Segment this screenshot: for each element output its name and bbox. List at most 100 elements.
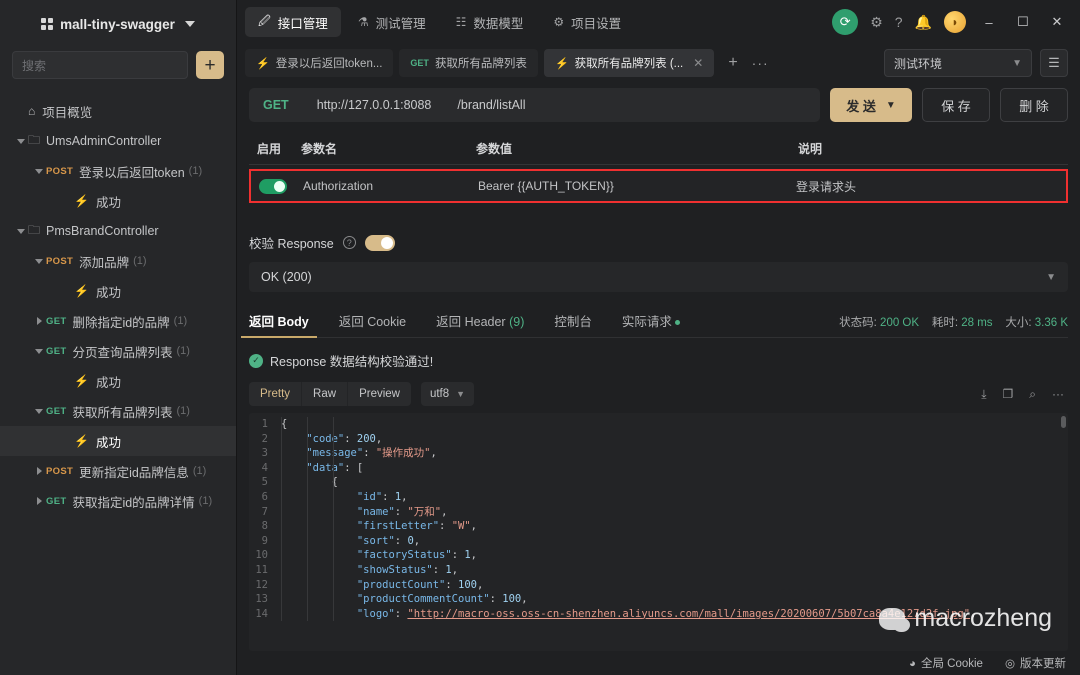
column-header-desc: 说明: [798, 141, 823, 156]
response-tab[interactable]: 返回 Header (9): [436, 311, 524, 337]
table-row[interactable]: Authorization Bearer {{AUTH_TOKEN}} 登录请求…: [249, 169, 1068, 203]
sidebar-item-label: 删除指定id的品牌: [72, 315, 170, 330]
chevron-right-icon[interactable]: [32, 317, 46, 325]
search-input[interactable]: 搜索: [12, 51, 188, 79]
document-tab[interactable]: ⚡ 获取所有品牌列表 (... ✕: [543, 49, 715, 77]
avatar[interactable]: ◗: [944, 11, 966, 33]
maximize-button[interactable]: ☐: [1012, 14, 1034, 30]
save-button[interactable]: 保 存: [922, 88, 990, 122]
sidebar-item-api[interactable]: GET 获取所有品牌列表 (1): [0, 396, 236, 426]
environment-select[interactable]: 测试环境 ▼: [884, 49, 1032, 77]
chevron-right-icon[interactable]: [32, 467, 46, 475]
chevron-down-icon: ▼: [885, 99, 896, 111]
sidebar-item-api[interactable]: POST 更新指定id品牌信息 (1): [0, 456, 236, 486]
line-number: 11: [255, 563, 268, 576]
sidebar-item-api[interactable]: POST 添加品牌 (1): [0, 246, 236, 276]
url-input[interactable]: GET http://127.0.0.1:8088 /brand/listAll: [249, 88, 820, 122]
minimize-button[interactable]: –: [978, 15, 1000, 30]
chevron-down-icon[interactable]: [32, 168, 46, 174]
code-line: "data": [: [306, 461, 364, 474]
sidebar-item-folder[interactable]: 🗀 PmsBrandController: [0, 216, 236, 246]
params-header-row: 启用 参数名 参数值 说明: [249, 134, 1068, 162]
top-actions: ⟳ ⚙ ? 🔔 ◗ – ☐ ✕: [832, 9, 1080, 35]
search-icon[interactable]: ⌕: [1029, 387, 1036, 402]
sidebar-item-folder[interactable]: 🗀 UmsAdminController: [0, 126, 236, 156]
more-icon[interactable]: ···: [1052, 387, 1064, 401]
chevron-right-icon[interactable]: [32, 497, 46, 505]
view-mode-pretty[interactable]: Pretty: [249, 382, 303, 406]
response-tab[interactable]: 实际请求: [622, 311, 680, 337]
close-button[interactable]: ✕: [1046, 14, 1068, 30]
param-desc: 登录请求头: [796, 179, 857, 194]
tab-model[interactable]: ☷ 数据模型: [443, 7, 537, 37]
size-label: 大小:: [1005, 317, 1032, 329]
sidebar-item-api[interactable]: GET 分页查询品牌列表 (1): [0, 336, 236, 366]
sidebar-item-api[interactable]: GET 获取指定id的品牌详情 (1): [0, 486, 236, 516]
version-update-button[interactable]: ◎ 版本更新: [1005, 655, 1066, 671]
sidebar-item-label: 登录以后返回token: [79, 165, 185, 180]
sidebar-search-row: 搜索 +: [0, 48, 236, 82]
code-line: "productCommentCount": 100,: [356, 593, 528, 606]
response-tab-label: 返回 Header: [436, 315, 506, 329]
project-name: mall-tiny-swagger: [60, 16, 175, 32]
time-value: 28 ms: [961, 317, 993, 329]
request-path: /brand/listAll: [457, 98, 526, 112]
sidebar-item-label: PmsBrandController: [46, 224, 159, 238]
help-icon[interactable]: ?: [342, 236, 356, 249]
chevron-down-icon[interactable]: [32, 408, 46, 414]
response-tab[interactable]: 控制台: [554, 311, 592, 337]
sidebar-item-api[interactable]: POST 登录以后返回token (1): [0, 156, 236, 186]
tab-link[interactable]: 🖉 接口管理: [245, 7, 341, 37]
document-tab[interactable]: GET 获取所有品牌列表: [399, 49, 538, 77]
lightning-icon: ⚡: [554, 57, 569, 70]
line-number: 6: [261, 490, 268, 503]
delete-button[interactable]: 删 除: [1000, 88, 1068, 122]
line-number: 13: [255, 593, 268, 606]
sidebar-item-overview[interactable]: ⌂ 项目概览: [0, 96, 236, 126]
chevron-down-icon[interactable]: [14, 228, 28, 234]
sync-icon[interactable]: ⟳: [832, 9, 859, 35]
status-select[interactable]: OK (200) ▼: [249, 262, 1068, 292]
tabs-more-button[interactable]: ···: [746, 55, 775, 71]
document-tab[interactable]: ⚡ 登录以后返回token...: [245, 49, 394, 77]
view-mode-raw[interactable]: Raw: [302, 382, 349, 406]
response-tab[interactable]: 返回 Cookie: [339, 311, 406, 337]
chevron-down-icon[interactable]: [32, 348, 46, 354]
sidebar: mall-tiny-swagger 搜索 + ⌂ 项目概览 🗀 UmsAdminC…: [0, 0, 237, 675]
view-mode-preview[interactable]: Preview: [348, 382, 411, 406]
folder-icon: 🗀: [28, 222, 41, 237]
request-host: http://127.0.0.1:8088: [316, 98, 432, 112]
encoding-select[interactable]: utf8 ▼: [420, 382, 475, 406]
help-icon[interactable]: ?: [895, 14, 903, 30]
add-api-button[interactable]: +: [196, 51, 224, 79]
view-mode-group: Pretty Raw Preview: [249, 382, 411, 406]
chevron-down-icon[interactable]: [14, 138, 28, 144]
download-icon[interactable]: ⤓: [981, 387, 986, 402]
send-button[interactable]: 发 送 ▼: [830, 88, 912, 122]
sidebar-item-case[interactable]: ⚡ 成功: [0, 366, 236, 396]
sidebar-item-case[interactable]: ⚡ 成功: [0, 276, 236, 306]
response-tab[interactable]: 返回 Body: [241, 311, 317, 338]
chevron-down-icon[interactable]: [32, 258, 46, 264]
validate-response-toggle[interactable]: [364, 234, 395, 251]
lightning-icon: ⚡: [74, 374, 89, 388]
global-cookie-button[interactable]: ◕ 全局 Cookie: [909, 655, 983, 671]
bell-icon[interactable]: 🔔: [915, 14, 932, 31]
close-icon[interactable]: ✕: [693, 56, 703, 70]
new-tab-button[interactable]: +: [720, 54, 745, 72]
code-line: {: [281, 418, 288, 430]
copy-icon[interactable]: ❐: [1003, 387, 1014, 401]
code-line: "id": 1,: [356, 490, 408, 503]
gear-icon[interactable]: ⚙: [870, 14, 883, 31]
sidebar-item-case[interactable]: ⚡ 成功: [0, 186, 236, 216]
sidebar-item-label: UmsAdminController: [46, 134, 162, 148]
response-body-viewer[interactable]: 1 2 3 4 5 6 7 8 9 10 11 12 13 14 { "code": 200, "mess…: [249, 413, 1068, 651]
tab-flask[interactable]: ⚗ 测试管理: [345, 7, 439, 37]
sidebar-item-case[interactable]: ⚡ 成功: [0, 426, 236, 456]
project-selector[interactable]: mall-tiny-swagger: [0, 0, 236, 48]
sidebar-item-api[interactable]: GET 删除指定id的品牌 (1): [0, 306, 236, 336]
vertical-scrollbar[interactable]: [1061, 416, 1066, 428]
environment-list-button[interactable]: ☰: [1040, 49, 1068, 77]
param-enabled-toggle[interactable]: [251, 178, 303, 194]
tab-gear[interactable]: ⚙ 项目设置: [540, 7, 634, 37]
